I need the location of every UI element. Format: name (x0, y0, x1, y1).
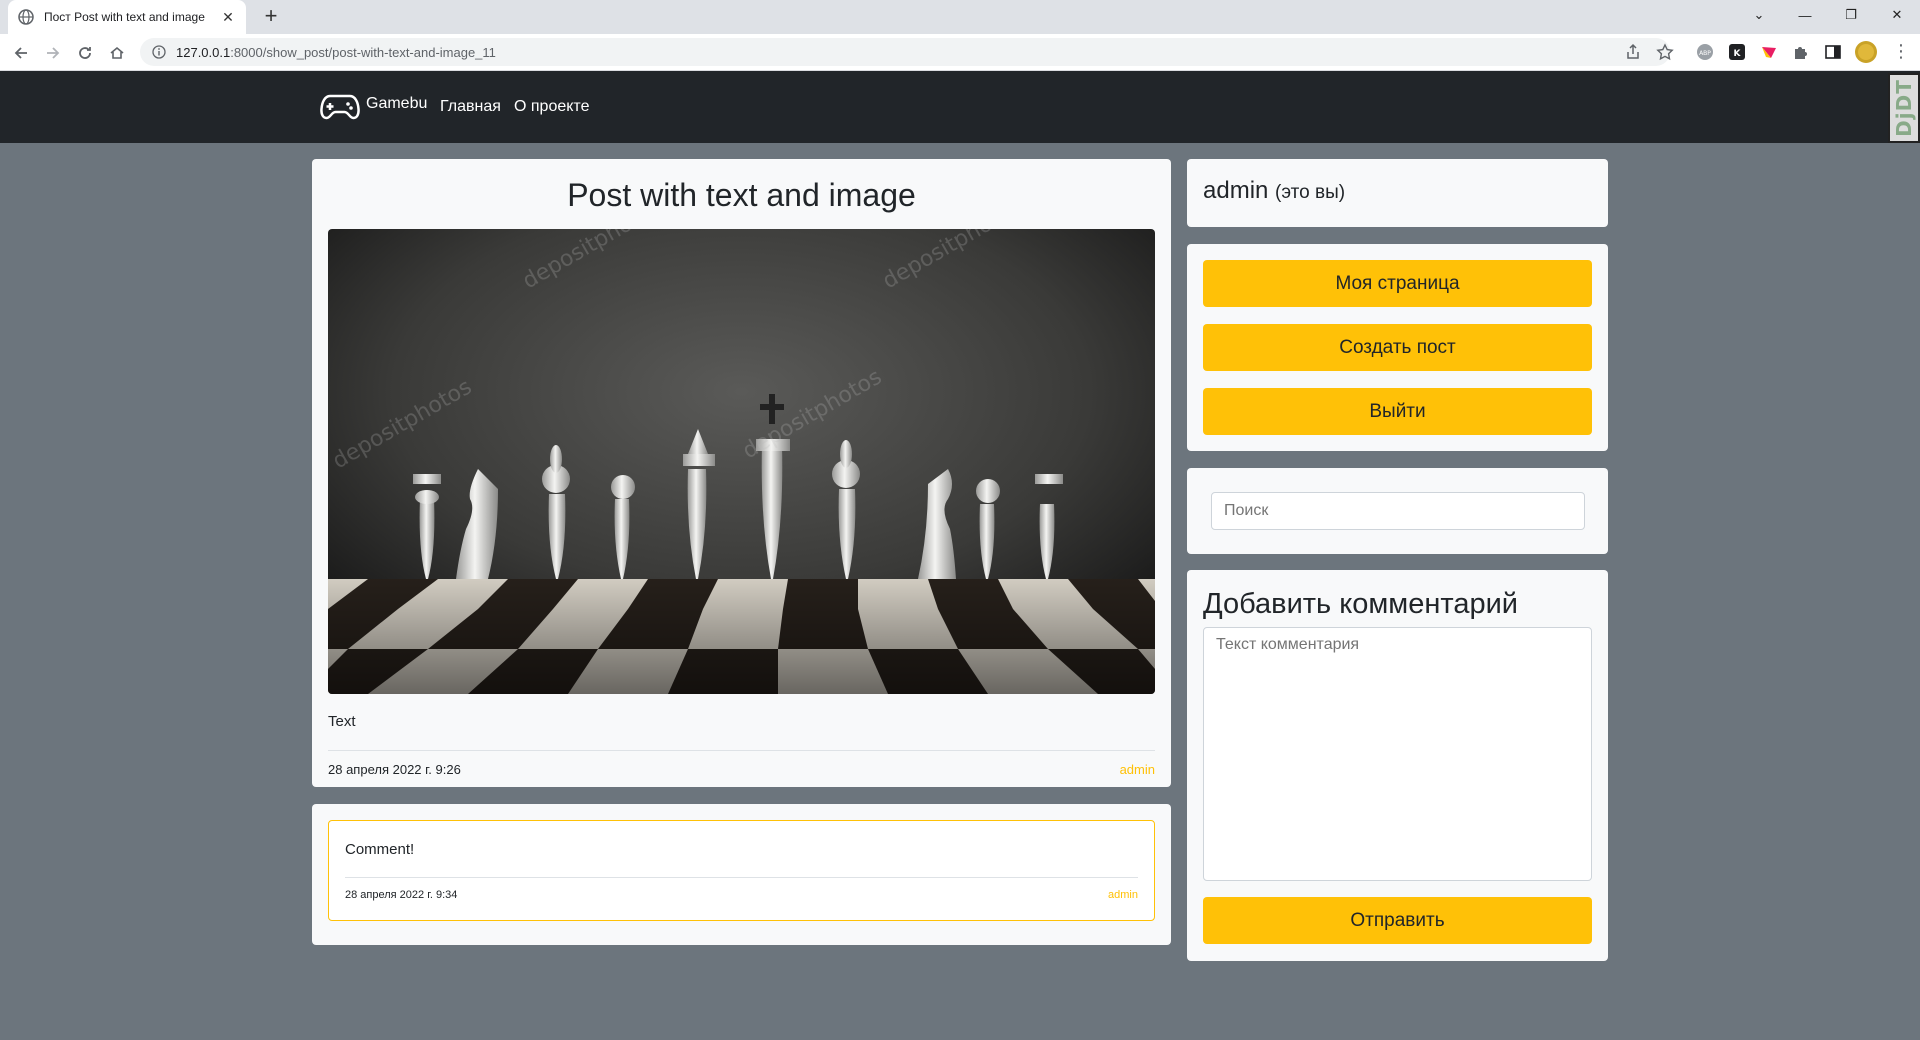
search-input[interactable] (1211, 492, 1585, 530)
globe-icon (18, 9, 34, 25)
share-icon[interactable] (1624, 43, 1642, 61)
django-debug-toolbar-handle[interactable]: DjDT (1888, 73, 1920, 143)
logout-button[interactable]: Выйти (1203, 388, 1592, 435)
minimize-button[interactable]: — (1782, 0, 1828, 30)
comment-item: Comment! 28 апреля 2022 г. 9:34 admin (328, 820, 1155, 921)
add-comment-card: Добавить комментарий Отправить (1187, 570, 1608, 961)
browser-toolbar: 127.0.0.1:8000/show_post/post-with-text-… (0, 34, 1920, 71)
post-author-link[interactable]: admin (1120, 762, 1155, 777)
nav-link-about[interactable]: О проекте (514, 98, 589, 116)
svg-text:ABP: ABP (1699, 50, 1711, 57)
url-text: 127.0.0.1:8000/show_post/post-with-text-… (176, 44, 496, 60)
comment-text: Comment! (345, 841, 415, 858)
restore-button[interactable]: ❐ (1828, 0, 1874, 30)
search-card (1187, 468, 1608, 554)
new-tab-button[interactable]: + (258, 4, 284, 30)
post-card: Post with text and image depositphotos d… (312, 159, 1171, 787)
close-window-button[interactable]: ✕ (1874, 0, 1920, 30)
comments-card: Comment! 28 апреля 2022 г. 9:34 admin (312, 804, 1171, 945)
add-comment-title: Добавить комментарий (1203, 588, 1518, 620)
brand-link[interactable]: Gamebu (320, 92, 427, 122)
browser-tab[interactable]: Пост Post with text and image ✕ (8, 0, 246, 34)
bookmark-star-icon[interactable] (1656, 43, 1674, 61)
user-card: admin (это вы) (1187, 159, 1608, 227)
adblock-icon[interactable]: ABP (1696, 43, 1714, 61)
tab-search-icon[interactable]: ⌄ (1736, 0, 1782, 30)
info-icon[interactable] (152, 45, 166, 59)
comment-author-link[interactable]: admin (1108, 889, 1138, 901)
post-date: 28 апреля 2022 г. 9:26 (328, 762, 461, 777)
create-post-button[interactable]: Создать пост (1203, 324, 1592, 371)
vk-icon[interactable]: K (1728, 43, 1746, 61)
comment-divider (345, 877, 1138, 878)
post-text: Text (328, 713, 356, 730)
profile-avatar-icon[interactable] (1854, 40, 1878, 64)
home-icon[interactable] (104, 40, 130, 66)
gamepad-icon (320, 94, 360, 120)
browser-tabbar: Пост Post with text and image ✕ + ⌄ — ❐ … (0, 0, 1920, 34)
nav-link-home[interactable]: Главная (440, 98, 501, 116)
post-divider (328, 750, 1155, 751)
my-page-button[interactable]: Моя страница (1203, 260, 1592, 307)
user-greeting: admin (это вы) (1203, 177, 1345, 205)
user-name: admin (1203, 177, 1269, 204)
comment-date: 28 апреля 2022 г. 9:34 (345, 889, 458, 901)
extensions-puzzle-icon[interactable] (1792, 43, 1810, 61)
brand-name: Gamebu (366, 95, 428, 112)
post-image-chess: depositphotos depositphotos depositphoto… (328, 229, 1155, 694)
site-navbar: Gamebu Главная О проекте (0, 71, 1920, 143)
comment-textarea[interactable] (1203, 627, 1592, 881)
browser-menu-icon[interactable]: ⋮ (1892, 42, 1910, 60)
tab-title: Пост Post with text and image (44, 10, 205, 24)
actions-card: Моя страница Создать пост Выйти (1187, 244, 1608, 451)
color-extension-icon[interactable] (1760, 43, 1778, 61)
svg-text:K: K (1734, 49, 1742, 59)
djdt-label: DjDT (1892, 79, 1917, 137)
submit-comment-button[interactable]: Отправить (1203, 897, 1592, 944)
user-you-suffix: (это вы) (1275, 182, 1346, 203)
tab-close-icon[interactable]: ✕ (220, 9, 236, 26)
forward-icon[interactable] (40, 40, 66, 66)
side-panel-icon[interactable] (1824, 43, 1842, 61)
address-bar[interactable]: 127.0.0.1:8000/show_post/post-with-text-… (140, 38, 1670, 66)
reload-icon[interactable] (72, 40, 98, 66)
post-title: Post with text and image (567, 177, 916, 213)
back-icon[interactable] (8, 40, 34, 66)
